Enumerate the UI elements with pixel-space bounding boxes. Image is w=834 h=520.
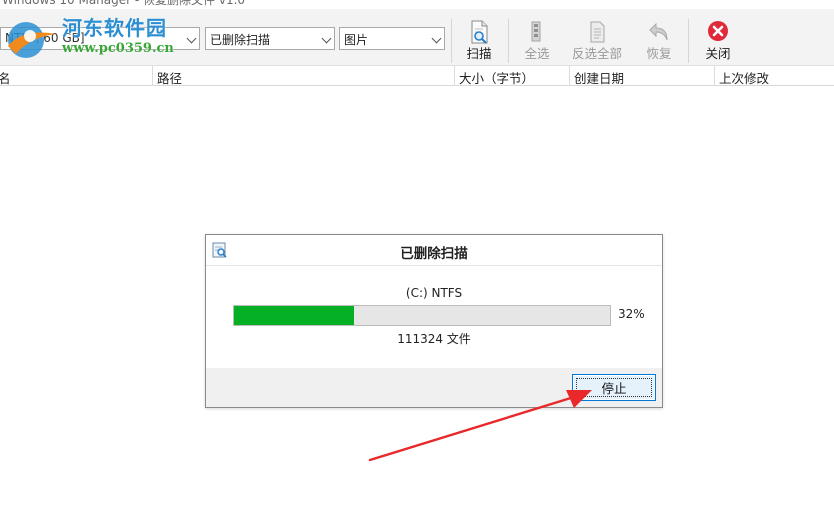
app-window: Windows 10 Manager - 恢复删除文件 v1.0 NTFS, 6… — [0, 0, 834, 520]
close-button[interactable]: 关闭 — [697, 19, 739, 63]
column-name-label: 名 — [0, 71, 11, 86]
scan-progress-bar — [233, 305, 611, 326]
progress-fill — [234, 306, 355, 325]
progress-percent: 32% — [618, 307, 645, 321]
stop-button-label: 停止 — [601, 381, 627, 396]
dialog-title-bar: 已删除扫描 — [206, 235, 662, 266]
select-all-label: 全选 — [524, 46, 550, 61]
file-count: 111324 文件 — [397, 332, 471, 346]
select-all-button[interactable]: 全选 — [516, 19, 558, 63]
close-icon — [708, 21, 728, 41]
chevron-down-icon — [321, 33, 332, 44]
scan-mode-select[interactable]: 已删除扫描 — [205, 27, 335, 50]
title-bar: Windows 10 Manager - 恢复删除文件 v1.0 — [0, 0, 834, 9]
invert-selection-button[interactable]: 反选全部 — [566, 19, 628, 63]
window-title: Windows 10 Manager - 恢复删除文件 v1.0 — [2, 0, 246, 7]
file-type-select[interactable]: 图片 — [339, 27, 445, 50]
column-size[interactable]: 大小（字节） — [454, 66, 569, 86]
close-label: 关闭 — [705, 46, 731, 61]
toolbar-separator — [688, 19, 689, 63]
scan-button[interactable]: 扫描 — [458, 19, 500, 63]
toolbar: NTFS, 60 GB] 已删除扫描 图片 扫描 全选 反选全部 恢复 关闭 — [0, 9, 834, 66]
drive-select[interactable]: NTFS, 60 GB] — [0, 27, 200, 50]
column-path-label: 路径 — [157, 71, 183, 86]
chevron-down-icon — [431, 33, 442, 44]
scan-progress-dialog: 已删除扫描 (C:) NTFS 32% 111324 文件 停止 — [205, 234, 663, 408]
invert-selection-label: 反选全部 — [571, 46, 622, 61]
column-created-label: 创建日期 — [574, 71, 625, 86]
file-list-header: 名 路径 大小（字节） 创建日期 上次修改 — [0, 66, 834, 86]
select-all-icon — [531, 21, 541, 42]
invert-selection-icon — [590, 21, 605, 43]
column-name[interactable]: 名 — [0, 66, 154, 86]
drive-select-value: NTFS, 60 GB] — [5, 31, 85, 45]
scan-button-label: 扫描 — [466, 46, 492, 61]
dialog-title: 已删除扫描 — [400, 246, 468, 262]
scan-drive-label: (C:) NTFS — [405, 286, 463, 300]
chevron-down-icon — [186, 33, 197, 44]
file-type-value: 图片 — [344, 33, 369, 47]
undo-icon — [649, 22, 668, 41]
column-size-label: 大小（字节） — [459, 71, 535, 86]
column-modified[interactable]: 上次修改 — [714, 66, 834, 86]
scan-icon — [471, 20, 488, 44]
toolbar-separator — [451, 19, 452, 63]
column-created[interactable]: 创建日期 — [569, 66, 714, 86]
toolbar-separator — [508, 19, 509, 63]
dialog-footer: 停止 — [206, 368, 662, 407]
restore-button[interactable]: 恢复 — [638, 19, 680, 63]
restore-label: 恢复 — [646, 46, 672, 61]
scan-mode-value: 已删除扫描 — [210, 33, 271, 47]
stop-button[interactable]: 停止 — [572, 374, 656, 401]
column-modified-label: 上次修改 — [719, 71, 770, 86]
column-path[interactable]: 路径 — [152, 66, 454, 86]
